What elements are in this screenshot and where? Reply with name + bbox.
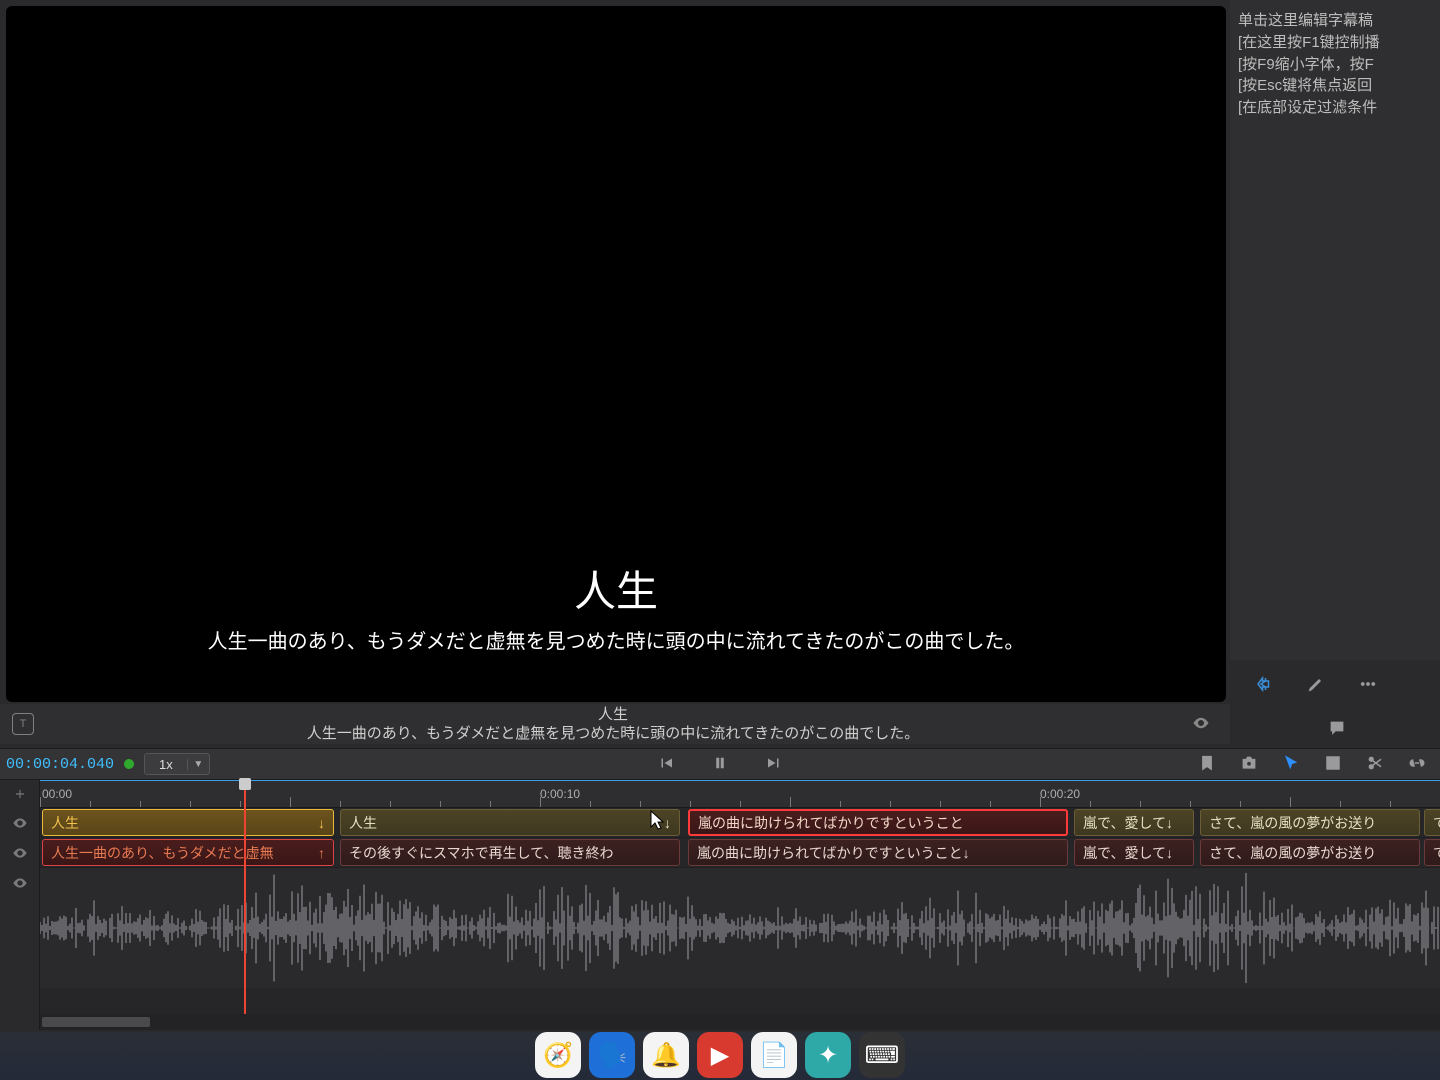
dock-app-icon[interactable]: 📄	[751, 1032, 797, 1078]
link-icon[interactable]	[1408, 754, 1426, 775]
subtitle-clip[interactable]: さて、嵐の風の夢がお送り	[1200, 809, 1420, 836]
subtitle-clip[interactable]: 嵐で、愛して↓	[1074, 809, 1194, 836]
next-frame-button[interactable]	[765, 754, 783, 775]
macos-dock: 🧭 🗣️ 🔔 ▶ 📄 ✦ ⌨	[0, 1032, 1440, 1080]
dock-app-icon[interactable]: ▶	[697, 1032, 743, 1078]
hint-line: [按Esc键将焦点返回	[1238, 75, 1432, 97]
subtitle-clip[interactable]: その後すぐにスマホで再生して、聴き終わ	[340, 839, 680, 866]
readout-line2: 人生一曲のあり、もうダメだと虚無を見つめた時に頭の中に流れてきたのがこの曲でした…	[34, 724, 1192, 744]
pencil-icon[interactable]	[1304, 672, 1328, 696]
ruler-label: 00:00	[42, 787, 72, 801]
subtitle-track-2[interactable]: 人生一曲のあり、もうダメだと虚無↑ その後すぐにスマホで再生して、聴き終わ 嵐の…	[40, 838, 1440, 868]
hint-line: 单击这里编辑字幕稿	[1238, 10, 1432, 32]
scissors-icon[interactable]	[1366, 754, 1384, 775]
timeline-gutter	[0, 780, 40, 1030]
subtitle-track-1[interactable]: 人生↓ 人生↓ 嵐の曲に助けられてばかりですということ 嵐で、愛して↓ さて、嵐…	[40, 808, 1440, 838]
playback-speed-select[interactable]: 1x ▼	[144, 753, 210, 775]
subtitle-clip[interactable]: 嵐の曲に助けられてばかりですということ↓	[688, 839, 1068, 866]
subtitle-readout-bar: T 人生 人生一曲のあり、もうダメだと虚無を見つめた時に頭の中に流れてきたのがこ…	[0, 704, 1230, 744]
text-frame-icon[interactable]: T	[12, 713, 34, 735]
audio-waveform[interactable]	[40, 868, 1440, 988]
speed-value: 1x	[145, 757, 187, 772]
cursor-tool-icon[interactable]	[1282, 754, 1300, 775]
track-visibility-icon[interactable]	[0, 808, 39, 838]
hint-line: [按F9缩小字体，按F	[1238, 54, 1432, 76]
visibility-eye-icon[interactable]	[1192, 714, 1220, 735]
prev-frame-button[interactable]	[657, 754, 675, 775]
video-preview[interactable]: 人生 人生一曲のあり、もうダメだと虚無を見つめた時に頭の中に流れてきたのがこの曲…	[6, 6, 1226, 702]
track-visibility-icon[interactable]	[0, 838, 39, 868]
subtitle-clip[interactable]: て	[1424, 809, 1440, 836]
transport-bar: 00:00:04.040 1x ▼	[0, 748, 1440, 780]
dock-app-icon[interactable]: 🗣️	[589, 1032, 635, 1078]
preview-subtitle-primary: 人生	[574, 558, 658, 619]
dock-app-icon[interactable]: ✦	[805, 1032, 851, 1078]
subtitle-editor-panel[interactable]: 单击这里编辑字幕稿 [在这里按F1键控制播 [按F9缩小字体，按F [按Esc键…	[1230, 0, 1440, 660]
subtitle-clip[interactable]: さて、嵐の風の夢がお送り	[1200, 839, 1420, 866]
dock-app-icon[interactable]: 🧭	[535, 1032, 581, 1078]
pause-button[interactable]	[711, 754, 729, 775]
dock-app-icon[interactable]: 🔔	[643, 1032, 689, 1078]
chevron-down-icon: ▼	[187, 759, 209, 770]
hint-line: [在底部设定过滤条件	[1238, 97, 1432, 119]
subtitle-clip[interactable]: 人生一曲のあり、もうダメだと虚無↑	[42, 839, 334, 866]
add-track-button[interactable]	[0, 780, 39, 808]
subtitle-clip[interactable]: て	[1424, 839, 1440, 866]
timeline: 00:00 0:00:10 0:00:20 人生↓ 人生↓ 嵐の曲に助けられてば…	[0, 780, 1440, 1030]
return-arrow-icon[interactable]	[1252, 672, 1276, 696]
timeline-body[interactable]: 00:00 0:00:10 0:00:20 人生↓ 人生↓ 嵐の曲に助けられてば…	[40, 780, 1440, 1030]
preview-subtitle-secondary: 人生一曲のあり、もうダメだと虚無を見つめた時に頭の中に流れてきたのがこの曲でした…	[208, 625, 1025, 654]
status-dot-icon	[124, 759, 134, 769]
subtitle-clip[interactable]: 人生↓	[42, 809, 334, 836]
subtitle-clip[interactable]: 嵐の曲に助けられてばかりですということ	[688, 809, 1068, 836]
camera-icon[interactable]	[1240, 754, 1258, 775]
dock-app-icon[interactable]: ⌨	[859, 1032, 905, 1078]
readout-line1: 人生	[34, 705, 1192, 725]
scrollbar-thumb[interactable]	[42, 1017, 150, 1027]
more-icon[interactable]	[1356, 672, 1380, 696]
ruler-label: 0:00:20	[1040, 787, 1080, 801]
mouse-cursor-icon	[650, 810, 664, 830]
timecode-display[interactable]: 00:00:04.040	[0, 756, 114, 773]
edit-box-icon[interactable]	[1324, 754, 1342, 775]
bookmark-icon[interactable]	[1198, 754, 1216, 775]
subtitle-clip[interactable]: 嵐で、愛して↓	[1074, 839, 1194, 866]
timeline-scrollbar[interactable]	[40, 1014, 1440, 1030]
subtitle-clip[interactable]: 人生↓	[340, 809, 680, 836]
track-visibility-icon[interactable]	[0, 868, 39, 898]
comment-icon[interactable]	[1325, 716, 1349, 740]
playhead[interactable]	[244, 780, 246, 1014]
hint-line: [在这里按F1键控制播	[1238, 32, 1432, 54]
side-tool-strip	[1234, 662, 1440, 750]
ruler-label: 0:00:10	[540, 787, 580, 801]
